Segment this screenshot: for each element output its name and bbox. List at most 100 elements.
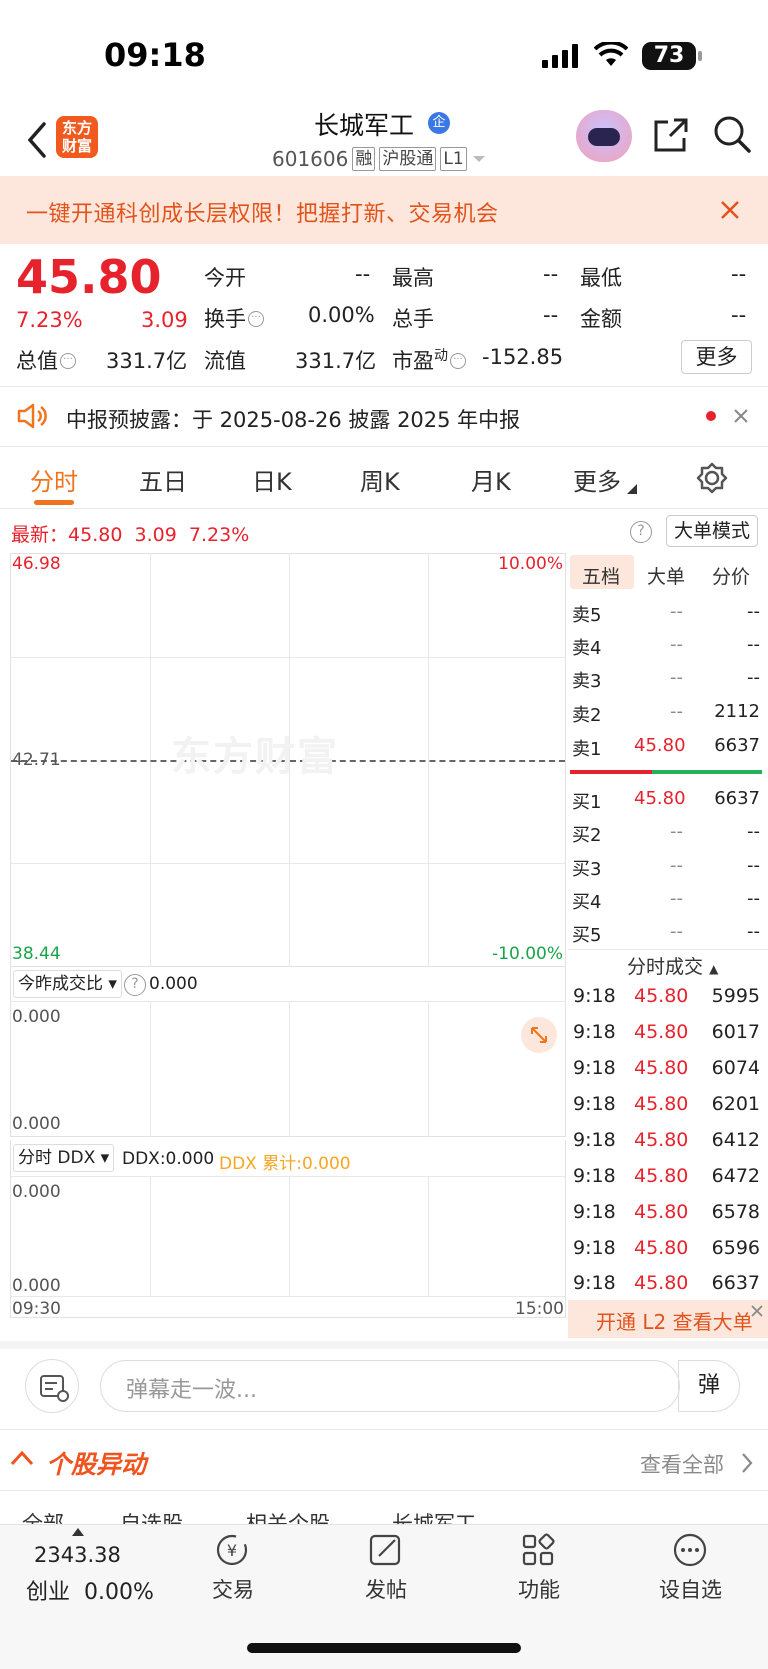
bid-volume: -- — [747, 888, 760, 909]
bid-price: 45.80 — [634, 788, 686, 809]
close-icon[interactable] — [720, 200, 740, 220]
unread-dot — [706, 411, 716, 421]
y-min-label: 38.44 — [12, 944, 61, 964]
stock-name: 长城军工 — [314, 111, 415, 140]
caret-up-icon — [72, 1528, 84, 1536]
ask-volume: 6637 — [714, 735, 760, 756]
nav-post[interactable]: 发帖 — [365, 1574, 407, 1604]
watchlist-add-icon[interactable] — [670, 1530, 710, 1570]
wifi-icon — [594, 42, 628, 66]
tick-time: 9:18 — [573, 1093, 616, 1115]
ddx-panel: 分时 DDX ▾ DDX:0.000 DDX 累计:0.000 0.000 0.… — [10, 1140, 566, 1319]
view-all-link[interactable]: 查看全部 — [640, 1449, 724, 1479]
expand-icon[interactable] — [521, 1017, 557, 1053]
intraday-chart[interactable]: 东方财富 46.98 42.71 38.44 10.00% -10.00% — [10, 553, 566, 967]
chevron-up-icon[interactable] — [10, 1450, 34, 1466]
ddx-y-top: 0.000 — [12, 1182, 61, 1202]
more-button[interactable]: 更多 — [681, 340, 752, 374]
promo-banner[interactable]: 一键开通科创成长层权限！把握打新、交易机会 — [0, 176, 768, 244]
info-icon: ··· — [60, 353, 76, 369]
tag-connect: 沪股通 — [379, 147, 437, 171]
volume-ratio-value: 0.000 — [149, 974, 198, 994]
nav-add-watchlist[interactable]: 设自选 — [659, 1574, 722, 1604]
stock-code: 601606 — [272, 147, 349, 171]
close-icon[interactable] — [733, 408, 749, 424]
ask-label: 卖4 — [572, 638, 602, 659]
tab-five-levels[interactable]: 五档 — [582, 562, 620, 589]
index-name[interactable]: 创业 0.00% — [26, 1574, 154, 1606]
ddx-cumulative: DDX 累计:0.000 — [219, 1154, 351, 1174]
tab-five-day[interactable]: 五日 — [139, 462, 187, 497]
function-icon[interactable] — [518, 1530, 558, 1570]
settings-icon[interactable] — [696, 462, 728, 494]
turnover-value: 0.00% — [308, 303, 375, 327]
ddx-selector[interactable]: 分时 DDX ▾ — [13, 1144, 115, 1172]
tag-margin: 融 — [352, 147, 376, 171]
volume-y-top: 0.000 — [12, 1007, 61, 1027]
bid-price: -- — [670, 888, 683, 909]
low-value: -- — [731, 262, 747, 286]
info-icon: ··· — [450, 353, 466, 369]
bid-label: 买4 — [572, 892, 602, 913]
ask-label: 卖5 — [572, 605, 602, 626]
l2-upgrade-text[interactable]: 开通 L2 查看大单 — [596, 1306, 753, 1335]
market-cap-value: 331.7亿 — [106, 349, 188, 373]
big-order-mode-button[interactable]: 大单模式 — [666, 515, 758, 547]
post-icon[interactable] — [365, 1530, 405, 1570]
tick-volume: 6412 — [711, 1129, 760, 1151]
ask-label: 卖3 — [572, 671, 602, 692]
tick-volume: 6472 — [711, 1165, 760, 1187]
ai-assistant-icon[interactable] — [576, 110, 632, 162]
tab-monthly-k[interactable]: 月K — [471, 462, 511, 497]
signal-icon — [542, 44, 578, 68]
close-icon[interactable] — [750, 1304, 764, 1318]
bid-label: 买3 — [572, 859, 602, 880]
tick-price: 45.80 — [634, 1129, 689, 1151]
tab-intraday[interactable]: 分时 — [30, 462, 78, 497]
ask-price: -- — [670, 634, 683, 655]
tab-more[interactable]: 更多 — [573, 462, 621, 497]
bid-price: -- — [670, 821, 683, 842]
notice-bar[interactable]: 中报预披露：于 2025-08-26 披露 2025 年中报 — [0, 388, 768, 444]
share-icon[interactable] — [652, 116, 690, 154]
tab-daily-k[interactable]: 日K — [252, 462, 292, 497]
pe-value: -152.85 — [482, 345, 564, 369]
ticks-title[interactable]: 分时成交 ▲ — [627, 952, 718, 979]
volume-y-bottom: 0.000 — [12, 1114, 61, 1134]
float-cap-label: 流值 — [204, 349, 246, 373]
index-value[interactable]: 2343.38 — [34, 1543, 121, 1567]
tab-weekly-k[interactable]: 周K — [360, 462, 400, 497]
tick-volume: 6596 — [711, 1237, 760, 1259]
app-logo[interactable]: 东方 财富 — [56, 116, 98, 158]
trade-icon[interactable]: ¥ — [212, 1530, 252, 1570]
help-icon[interactable]: ? — [124, 974, 146, 996]
bid-volume: -- — [747, 855, 760, 876]
turnover-label: 换手 ··· — [204, 303, 264, 333]
nav-function[interactable]: 功能 — [518, 1574, 560, 1604]
help-icon[interactable]: ? — [630, 521, 652, 543]
sell-pressure-bar — [570, 770, 652, 774]
divider — [0, 1429, 768, 1430]
search-icon[interactable] — [712, 114, 752, 154]
tick-volume: 6017 — [711, 1021, 760, 1043]
divider — [0, 1341, 768, 1349]
amount-label: 金额 — [580, 307, 622, 331]
bid-price: -- — [670, 921, 683, 942]
chevron-right-icon[interactable] — [740, 1452, 754, 1474]
nav-trade[interactable]: 交易 — [212, 1574, 254, 1604]
tick-time: 9:18 — [573, 985, 616, 1007]
danmaku-settings-icon[interactable] — [25, 1359, 79, 1413]
tab-price-dist[interactable]: 分价 — [712, 562, 750, 589]
back-icon[interactable] — [22, 120, 52, 160]
stock-code-row[interactable]: 601606 融 沪股通 L1 — [272, 147, 487, 171]
tab-big-orders[interactable]: 大单 — [647, 562, 685, 589]
ask-volume: -- — [747, 634, 760, 655]
bid-label: 买2 — [572, 825, 602, 846]
volume-ratio-selector[interactable]: 今昨成交比 ▾ — [13, 970, 122, 998]
active-tab-indicator — [34, 500, 74, 505]
enterprise-badge: 企 — [428, 112, 450, 134]
danmaku-toggle-button[interactable]: 弹 — [678, 1360, 740, 1412]
pct-min-label: -10.00% — [492, 944, 563, 964]
tick-volume: 5995 — [711, 985, 760, 1007]
low-label: 最低 — [580, 266, 622, 290]
